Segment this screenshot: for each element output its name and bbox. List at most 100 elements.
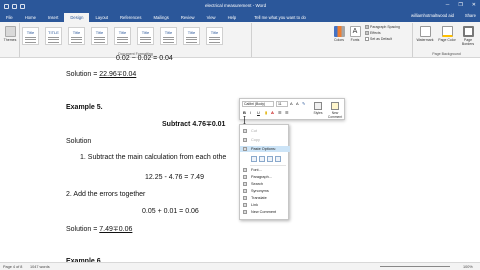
effects-button[interactable]: Effects	[365, 31, 381, 36]
font-color-icon[interactable]: A	[271, 110, 274, 115]
font-size-select[interactable]: 11	[276, 101, 288, 107]
tab-references[interactable]: References	[114, 13, 147, 22]
themes-group: Themes	[0, 23, 20, 57]
style-thumbnail-8[interactable]: Title	[183, 27, 200, 45]
grow-font-button[interactable]: A	[290, 101, 293, 106]
bullets-icon[interactable]: ☰	[278, 110, 282, 115]
tab-layout[interactable]: Layout	[89, 13, 114, 22]
calc-line-2: 0.05 + 0.01 = 0.06	[142, 208, 199, 215]
subtract-line: Subtract 4.76∓0.01	[162, 121, 226, 128]
page-borders-icon	[462, 26, 474, 37]
mouse-cursor	[243, 111, 246, 125]
set-as-default-button[interactable]: Set as Default	[365, 37, 392, 42]
style-thumbnail-4[interactable]: Title	[91, 27, 108, 45]
tab-view[interactable]: View	[201, 13, 222, 22]
menu-item-cut[interactable]: Cut	[240, 128, 290, 134]
highlight-icon[interactable]: ▮	[265, 110, 267, 115]
step-2: 2. Add the errors together	[66, 191, 146, 198]
paste-options-row	[251, 156, 281, 162]
tab-help[interactable]: Help	[222, 13, 243, 22]
menu-item-paste-options[interactable]: Paste Options:	[240, 146, 290, 152]
italic-button[interactable]: I	[250, 110, 251, 115]
cut-icon	[243, 129, 247, 133]
menu-item-translate[interactable]: Translate	[240, 195, 290, 201]
close-button[interactable]: ✕	[472, 2, 476, 8]
underline-button[interactable]: U	[257, 110, 260, 115]
colors-icon	[333, 26, 345, 37]
menu-item-paragraph[interactable]: Paragraph...	[240, 174, 290, 180]
window-controls: ─ ❐ ✕	[446, 2, 476, 8]
link-icon	[243, 203, 247, 207]
page-count[interactable]: Page 4 of 8	[3, 265, 22, 269]
menu-item-new-comment[interactable]: New Comment	[240, 209, 290, 215]
word-window: electrical measurement - Word ─ ❐ ✕ File…	[0, 0, 480, 270]
solution-label: Solution	[66, 138, 92, 145]
page-background-label: Page Background	[432, 52, 461, 56]
user-account[interactable]: williamhotmaltwood aid	[411, 13, 454, 18]
menu-item-search[interactable]: Search	[240, 181, 290, 187]
ribbon-tabs: File Home Insert Design Layout Reference…	[0, 12, 480, 22]
synonyms-icon	[243, 189, 247, 193]
quick-access-toolbar	[0, 3, 90, 9]
paste-icon	[243, 147, 247, 151]
example-5-heading: Example 5.	[66, 104, 103, 111]
paste-keep-source-icon[interactable]	[251, 156, 257, 162]
menu-item-copy[interactable]: Copy	[240, 137, 290, 143]
tab-insert[interactable]: Insert	[42, 13, 64, 22]
minimize-button[interactable]: ─	[446, 2, 450, 8]
style-thumbnail-3[interactable]: Title	[68, 27, 85, 45]
menu-item-font[interactable]: Font...	[240, 167, 290, 173]
menu-separator	[250, 165, 286, 166]
word-count[interactable]: 1047 words	[30, 265, 50, 269]
page-color-icon	[441, 26, 453, 37]
restore-button[interactable]: ❐	[458, 2, 462, 8]
comment-icon	[331, 102, 339, 110]
step-1: 1. Subtract the main calculation from ea…	[80, 154, 227, 161]
redo-icon[interactable]	[20, 3, 25, 9]
paste-merge-icon[interactable]	[259, 156, 265, 162]
watermark-button[interactable]: Watermark	[415, 26, 435, 42]
tab-home[interactable]: Home	[19, 13, 42, 22]
new-comment-icon	[243, 210, 247, 214]
paragraph-icon	[243, 175, 247, 179]
tab-mailings[interactable]: Mailings	[147, 13, 174, 22]
font-name-select[interactable]: Calibri (Body)	[242, 101, 274, 107]
paste-text-only-icon[interactable]	[275, 156, 281, 162]
styles-icon	[314, 102, 322, 110]
style-thumbnail-6[interactable]: Title	[137, 27, 154, 45]
menu-item-synonyms[interactable]: Synonyms	[240, 188, 290, 194]
menu-item-link[interactable]: Link	[240, 202, 290, 208]
share-button[interactable]: Share	[465, 13, 476, 18]
themes-icon	[4, 26, 16, 37]
styles-button[interactable]: Styles	[310, 102, 326, 115]
zoom-level[interactable]: 100%	[463, 265, 473, 269]
colors-button[interactable]: Colors	[332, 26, 346, 42]
doc-line-0: 0.02 − 0.02 = 0.04	[116, 55, 173, 62]
format-painter-icon[interactable]: ✎	[302, 101, 305, 106]
tell-me-search[interactable]: Tell me what you want to do	[248, 13, 312, 22]
solution-line-2: Solution = 7.49∓0.06	[66, 226, 133, 233]
status-bar: Page 4 of 8 1047 words 100%	[0, 262, 480, 270]
undo-icon[interactable]	[12, 3, 17, 9]
style-thumbnail-5[interactable]: Title	[114, 27, 131, 45]
new-comment-button[interactable]: New Comment	[327, 102, 343, 119]
page-color-button[interactable]: Page Color	[437, 26, 457, 42]
page-borders-button[interactable]: Page Borders	[458, 26, 478, 46]
document-formatting-group: Title TITLE Title Title Title Title Titl…	[20, 23, 252, 57]
numbering-icon[interactable]: ☰	[285, 110, 289, 115]
style-thumbnail-2[interactable]: TITLE	[45, 27, 62, 45]
paste-picture-icon[interactable]	[267, 156, 273, 162]
save-icon[interactable]	[4, 3, 9, 9]
mini-toolbar: Calibri (Body) 11 A A ✎ B I U ▮ A ☰ ☰ St…	[239, 98, 345, 120]
style-thumbnail-1[interactable]: Title	[22, 27, 39, 45]
tab-file[interactable]: File	[0, 13, 19, 22]
paragraph-spacing-button[interactable]: Paragraph Spacing	[365, 25, 400, 30]
zoom-slider[interactable]	[380, 265, 450, 267]
style-thumbnail-7[interactable]: Title	[160, 27, 177, 45]
tab-design[interactable]: Design	[64, 13, 90, 22]
shrink-font-button[interactable]: A	[296, 101, 299, 106]
tab-review[interactable]: Review	[175, 13, 201, 22]
themes-button[interactable]: Themes	[3, 26, 17, 42]
fonts-button[interactable]: A Fonts	[348, 26, 362, 42]
style-thumbnail-9[interactable]: Title	[206, 27, 223, 45]
